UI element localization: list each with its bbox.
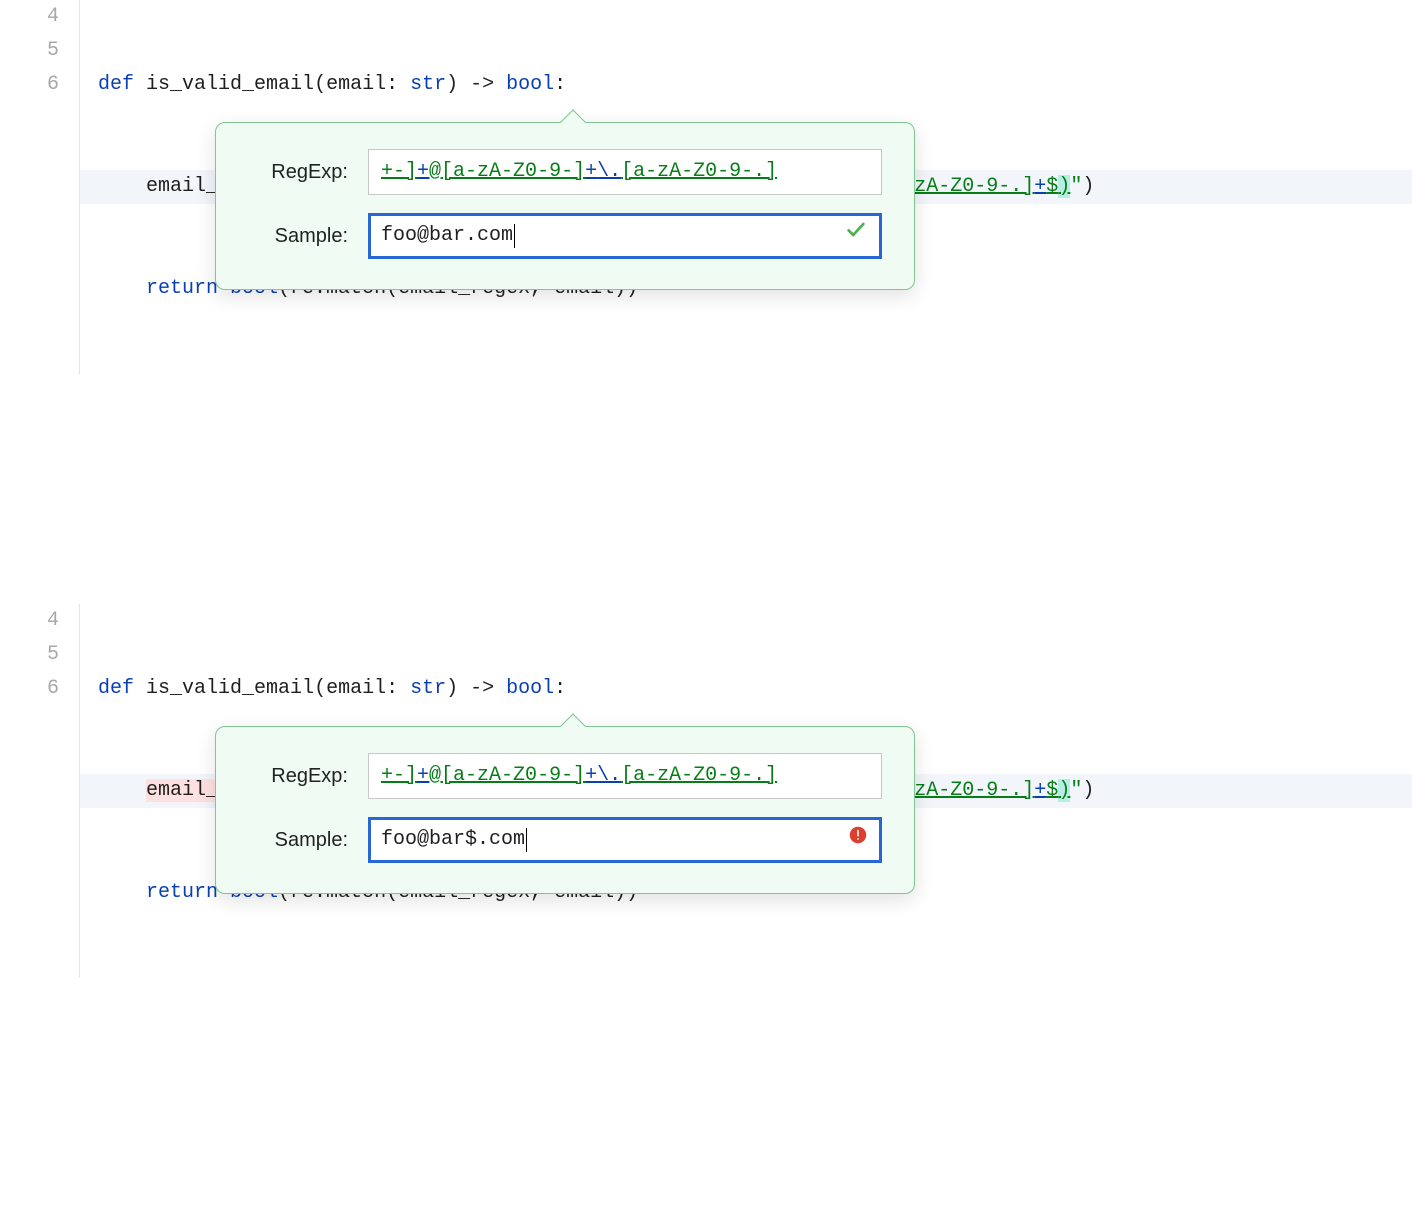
paren-close: ) <box>1082 175 1094 198</box>
sample-label: Sample: <box>248 823 368 857</box>
check-icon <box>845 219 867 254</box>
line-number: 6 <box>0 672 59 706</box>
type-bool: bool <box>506 677 554 700</box>
regex-plus: + <box>1034 175 1046 198</box>
params-open: (email: <box>314 677 410 700</box>
regex-test-popup[interactable]: RegExp: +-]+@[a-zA-Z0-9-]+\.[a-zA-Z0-9-.… <box>215 726 915 894</box>
keyword-return: return <box>146 277 218 300</box>
regexp-label: RegExp: <box>248 155 368 189</box>
regexp-label: RegExp: <box>248 759 368 793</box>
regex-group-close: ) <box>1058 779 1070 802</box>
regexp-esc: \. <box>597 759 621 793</box>
regexp-esc: \. <box>597 155 621 189</box>
regexp-g2: [a-zA-Z0-9-] <box>441 759 585 793</box>
regexp-g3: [a-zA-Z0-9-.] <box>621 155 777 189</box>
editor-block: 4 5 6 def is_valid_email(email: str) -> … <box>0 0 1412 374</box>
type-str: str <box>410 677 446 700</box>
sample-text: foo@bar.com <box>381 219 513 253</box>
regexp-plus: + <box>585 759 597 793</box>
regexp-g3: [a-zA-Z0-9-.] <box>621 759 777 793</box>
regexp-text: +-] <box>381 155 417 189</box>
keyword-def: def <box>98 73 134 96</box>
regexp-plus: + <box>417 155 429 189</box>
code-line: def is_valid_email(email: str) -> bool: <box>98 68 1412 102</box>
popup-row-sample: Sample: foo@bar.com <box>248 213 882 259</box>
paren-close: ) <box>1082 779 1094 802</box>
regexp-at: @ <box>429 759 441 793</box>
sample-input[interactable]: foo@bar$.com <box>368 817 882 863</box>
line-number: 6 <box>0 68 59 102</box>
colon: : <box>554 73 566 96</box>
line-gutter: 4 5 6 <box>0 0 80 374</box>
ret-arrow: ) -> <box>446 677 506 700</box>
regex-dollar: $ <box>1046 175 1058 198</box>
error-icon <box>849 823 867 857</box>
regex-test-popup[interactable]: RegExp: +-]+@[a-zA-Z0-9-]+\.[a-zA-Z0-9-.… <box>215 122 915 290</box>
string-quote: " <box>1070 779 1082 802</box>
function-name: is_valid_email <box>146 677 314 700</box>
regexp-text: +-] <box>381 759 417 793</box>
code-line: def is_valid_email(email: str) -> bool: <box>98 672 1412 706</box>
popup-row-regexp: RegExp: +-]+@[a-zA-Z0-9-]+\.[a-zA-Z0-9-.… <box>248 753 882 799</box>
regexp-g2: [a-zA-Z0-9-] <box>441 155 585 189</box>
regexp-input[interactable]: +-]+@[a-zA-Z0-9-]+\.[a-zA-Z0-9-.] <box>368 753 882 799</box>
editor-block: 4 5 6 def is_valid_email(email: str) -> … <box>0 604 1412 978</box>
popup-row-sample: Sample: foo@bar$.com <box>248 817 882 863</box>
keyword-def: def <box>98 677 134 700</box>
sample-text: foo@bar$.com <box>381 823 525 857</box>
sample-label: Sample: <box>248 219 368 253</box>
popup-row-regexp: RegExp: +-]+@[a-zA-Z0-9-]+\.[a-zA-Z0-9-.… <box>248 149 882 195</box>
line-number: 4 <box>0 0 59 34</box>
line-number: 4 <box>0 604 59 638</box>
text-cursor <box>514 224 515 248</box>
line-number: 5 <box>0 638 59 672</box>
string-quote: " <box>1070 175 1082 198</box>
type-str: str <box>410 73 446 96</box>
regex-dollar: $ <box>1046 779 1058 802</box>
ret-arrow: ) -> <box>446 73 506 96</box>
regex-plus: + <box>1034 779 1046 802</box>
sample-input[interactable]: foo@bar.com <box>368 213 882 259</box>
params-open: (email: <box>314 73 410 96</box>
regexp-at: @ <box>429 155 441 189</box>
colon: : <box>554 677 566 700</box>
line-gutter: 4 5 6 <box>0 604 80 978</box>
line-number: 5 <box>0 34 59 68</box>
function-name: is_valid_email <box>146 73 314 96</box>
regexp-plus: + <box>585 155 597 189</box>
regex-group-close: ) <box>1058 175 1070 198</box>
regexp-input[interactable]: +-]+@[a-zA-Z0-9-]+\.[a-zA-Z0-9-.] <box>368 149 882 195</box>
text-cursor <box>526 828 527 852</box>
regexp-plus: + <box>417 759 429 793</box>
type-bool: bool <box>506 73 554 96</box>
keyword-return: return <box>146 881 218 904</box>
